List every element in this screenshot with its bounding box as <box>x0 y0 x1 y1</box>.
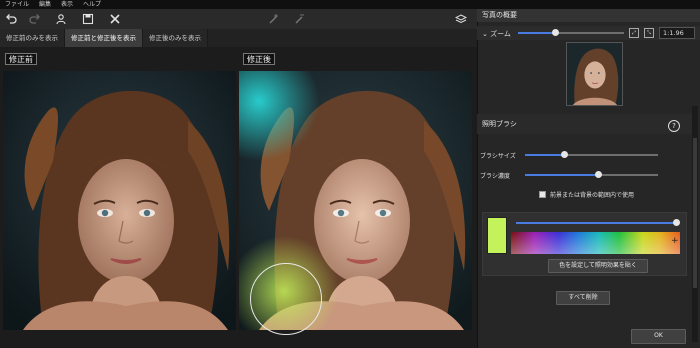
view-mode-tabs: 修正前のみを表示 修正前と修正後を表示 修正後のみを表示 <box>0 29 477 47</box>
brush-feather-label: ブラシ濃度 <box>480 172 510 180</box>
menu-help[interactable]: ヘルプ <box>83 0 101 9</box>
layers-icon[interactable] <box>453 11 469 27</box>
restrict-row: 前景または背景の範囲内で使用 <box>539 190 634 199</box>
before-label: 修正前 <box>5 53 37 65</box>
brush-cursor[interactable] <box>250 263 322 335</box>
close-icon[interactable] <box>107 11 123 27</box>
fit-icon[interactable]: ⤢ <box>629 28 639 38</box>
hue-spectrum[interactable] <box>511 232 680 254</box>
help-icon[interactable]: ? <box>668 120 680 132</box>
brush-size-slider[interactable] <box>525 151 658 158</box>
preview-panel-title: 写真の概要 <box>477 9 700 22</box>
brush-erase-icon[interactable] <box>292 11 308 27</box>
zoom-toggle[interactable]: ⌄ ズーム <box>482 29 511 39</box>
color-swatch[interactable] <box>487 217 507 254</box>
menu-edit[interactable]: 編集 <box>39 0 51 9</box>
tab-after-only[interactable]: 修正後のみを表示 <box>143 29 208 47</box>
before-photo <box>3 71 236 330</box>
zoom-label: ズーム <box>490 30 511 38</box>
person-icon[interactable] <box>53 11 69 27</box>
restrict-label: 前景または背景の範囲内で使用 <box>550 192 635 199</box>
zoom-slider[interactable] <box>518 29 624 36</box>
undo-icon[interactable] <box>3 11 19 27</box>
menu-bar: ファイル 編集 表示 ヘルプ <box>0 0 700 9</box>
tab-before-after[interactable]: 修正前と修正後を表示 <box>65 29 143 47</box>
menu-view[interactable]: 表示 <box>61 0 73 9</box>
brush-size-row: ブラシサイズ <box>480 150 658 160</box>
tab-before-only[interactable]: 修正前のみを表示 <box>0 29 65 47</box>
chevron-down-icon: ⌄ <box>482 30 488 38</box>
restrict-checkbox[interactable] <box>539 191 546 198</box>
brush-panel-title: 照明ブラシ <box>477 114 693 134</box>
brush-feather-slider[interactable] <box>525 171 658 178</box>
zoom-value-field[interactable]: 1:1.96 <box>659 27 695 39</box>
actual-size-icon[interactable]: ⤡ <box>644 28 654 38</box>
pick-color-button[interactable]: 色を設定して照明効果を貼く <box>548 259 648 273</box>
color-crosshair-icon[interactable]: + <box>671 237 679 246</box>
save-icon[interactable] <box>80 11 96 27</box>
brush-feather-row: ブラシ濃度 <box>480 170 658 180</box>
menu-file[interactable]: ファイル <box>5 0 29 9</box>
brush-add-icon[interactable] <box>266 11 282 27</box>
brush-size-label: ブラシサイズ <box>480 152 516 160</box>
redo-icon[interactable] <box>27 11 43 27</box>
brightness-slider[interactable] <box>516 219 680 226</box>
after-label: 修正後 <box>243 53 275 65</box>
ok-button[interactable]: OK <box>631 329 686 344</box>
scrollbar-thumb[interactable] <box>693 138 697 288</box>
preview-thumbnail[interactable] <box>566 42 623 106</box>
toolbar <box>0 9 477 29</box>
delete-all-button[interactable]: すべて削除 <box>556 291 610 305</box>
